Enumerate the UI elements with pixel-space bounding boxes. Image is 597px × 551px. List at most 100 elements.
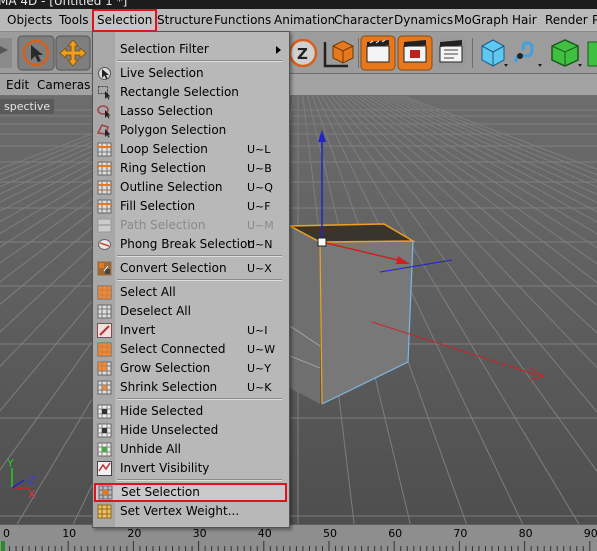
timeline-tick-label: 40	[257, 527, 272, 540]
menu-item-label: Unhide All	[120, 442, 182, 456]
timeline-tick-label: 70	[453, 527, 468, 540]
ring-selection-icon	[97, 161, 112, 176]
select-all-icon	[97, 285, 112, 300]
menu-item-label: Select Connected	[120, 342, 226, 356]
menu-item-shortcut: U~Y	[247, 362, 271, 375]
menu-item-label: Shrink Selection	[120, 380, 218, 394]
menu-item-loop-selection[interactable]: Loop Selection U~L	[93, 140, 289, 159]
world-axis-z-label: Z	[28, 474, 36, 487]
timeline-tick-label: 10	[62, 527, 77, 540]
spline-pen-icon[interactable]	[514, 41, 542, 67]
menu-item-set-selection[interactable]: Set Selection	[94, 483, 287, 502]
menu-item-shortcut: U~M	[247, 219, 274, 232]
viewport-scene	[0, 96, 597, 524]
menu-item-grow-selection[interactable]: Grow Selection U~Y	[93, 359, 289, 378]
render-settings-icon[interactable]	[436, 38, 466, 68]
menu-item-selection-filter[interactable]: Selection Filter	[93, 40, 289, 59]
set-selection-icon	[98, 485, 113, 500]
menu-selection[interactable]: Selection	[92, 9, 158, 32]
menu-item-lasso-selection[interactable]: Lasso Selection	[93, 102, 289, 121]
convert-selection-icon	[97, 261, 112, 276]
menu-item-live-selection[interactable]: Live Selection	[93, 64, 289, 83]
render-view-icon[interactable]	[360, 35, 396, 71]
coordinate-object-icon[interactable]	[323, 40, 354, 68]
shrink-selection-icon	[97, 380, 112, 395]
menu-item-label: Lasso Selection	[120, 104, 213, 118]
scale-z-icon[interactable]: Z	[288, 38, 318, 68]
array-icon[interactable]	[587, 41, 597, 67]
menu-item-hide-selected[interactable]: Hide Selected	[93, 402, 289, 421]
undo-arrows-icon[interactable]	[0, 38, 12, 68]
menu-item-label: Hide Unselected	[120, 423, 219, 437]
menu-item-label: Loop Selection	[120, 142, 208, 156]
submenu-arrow-icon	[276, 46, 281, 54]
menu-item-deselect-all[interactable]: Deselect All	[93, 302, 289, 321]
menu-item-rectangle-selection[interactable]: Rectangle Selection	[93, 83, 289, 102]
menu-animation[interactable]: Animation	[274, 9, 335, 32]
timeline-ruler[interactable]: 0 10 20 30 40 50 60 70 80 90	[0, 524, 597, 551]
menu-item-shortcut: U~F	[247, 200, 271, 213]
menu-item-select-connected[interactable]: Select Connected U~W	[93, 340, 289, 359]
menu-objects[interactable]: Objects	[7, 9, 52, 32]
toolbar-icons: Z	[0, 35, 597, 71]
menu-item-label: Ring Selection	[120, 161, 207, 175]
rectangle-selection-icon	[98, 86, 111, 100]
menu-item-fill-selection[interactable]: Fill Selection U~F	[93, 197, 289, 216]
menu-item-outline-selection[interactable]: Outline Selection U~Q	[93, 178, 289, 197]
menu-item-polygon-selection[interactable]: Polygon Selection	[93, 121, 289, 140]
cube-icon[interactable]	[481, 39, 508, 67]
timeline-playhead[interactable]	[1, 541, 5, 551]
subdivision-cube-icon[interactable]	[551, 39, 582, 67]
timeline-tick-label: 60	[388, 527, 403, 540]
menu-item-phong-break-selection[interactable]: Phong Break Selection U~N	[93, 235, 289, 254]
loop-selection-icon	[97, 142, 112, 157]
viewport-menu-cameras[interactable]: Cameras	[37, 74, 90, 96]
menu-item-convert-selection[interactable]: Convert Selection U~X	[93, 259, 289, 278]
menu-item-set-vertex-weight[interactable]: Set Vertex Weight...	[93, 502, 289, 521]
main-menu-bar: Objects Tools Selection Structure Functions A…	[0, 9, 597, 32]
window-title-bar: MA 4D - [Untitled 1 *]	[0, 0, 597, 9]
menu-item-label: Selection Filter	[120, 42, 209, 56]
menu-item-invert-visibility[interactable]: Invert Visibility	[93, 459, 289, 478]
menu-item-path-selection: Path Selection U~M	[93, 216, 289, 235]
hide-selected-icon	[97, 404, 112, 419]
menu-structure[interactable]: Structure	[157, 9, 213, 32]
menu-item-label: Hide Selected	[120, 404, 204, 418]
menu-render[interactable]: Render	[545, 9, 588, 32]
menu-item-label: Invert Visibility	[120, 461, 210, 475]
menu-item-label: Outline Selection	[120, 180, 223, 194]
menu-item-invert[interactable]: Invert U~I	[93, 321, 289, 340]
menu-item-label: Set Selection	[121, 485, 200, 499]
timeline-tick-label: 30	[192, 527, 207, 540]
menu-item-label: Path Selection	[120, 218, 206, 232]
menu-dynamics[interactable]: Dynamics	[394, 9, 453, 32]
render-picture-icon[interactable]	[397, 35, 433, 71]
lasso-selection-icon	[97, 105, 111, 119]
timeline-tick-label: 20	[127, 527, 142, 540]
menu-separator	[117, 479, 282, 481]
menu-character[interactable]: Character	[334, 9, 393, 32]
3d-viewport[interactable]: spective Y Z X	[0, 96, 597, 524]
menu-item-label: Fill Selection	[120, 199, 196, 213]
menu-item-hide-unselected[interactable]: Hide Unselected	[93, 421, 289, 440]
move-icon[interactable]	[55, 35, 91, 71]
menu-item-unhide-all[interactable]: Unhide All	[93, 440, 289, 459]
world-axis-y-label: Y	[7, 457, 14, 470]
menu-item-label: Grow Selection	[120, 361, 211, 375]
menu-hair[interactable]: Hair	[512, 9, 537, 32]
unhide-all-icon	[97, 442, 112, 457]
menu-functions[interactable]: Functions	[214, 9, 271, 32]
select-arrow-icon[interactable]	[17, 35, 55, 71]
timeline-tick-label: 50	[323, 527, 337, 540]
menu-item-shortcut: U~N	[247, 238, 273, 251]
menu-item-shortcut: U~W	[247, 343, 276, 356]
menu-tools[interactable]: Tools	[59, 9, 89, 32]
menu-item-ring-selection[interactable]: Ring Selection U~B	[93, 159, 289, 178]
menu-item-select-all[interactable]: Select All	[93, 283, 289, 302]
menu-item-label: Phong Break Selection	[120, 237, 255, 251]
menu-mograph[interactable]: MoGraph	[454, 9, 509, 32]
menu-plugins-truncated[interactable]: P	[592, 9, 597, 32]
menu-item-shrink-selection[interactable]: Shrink Selection U~K	[93, 378, 289, 397]
svg-text:Z: Z	[297, 45, 308, 63]
viewport-menu-edit[interactable]: Edit	[6, 74, 29, 96]
